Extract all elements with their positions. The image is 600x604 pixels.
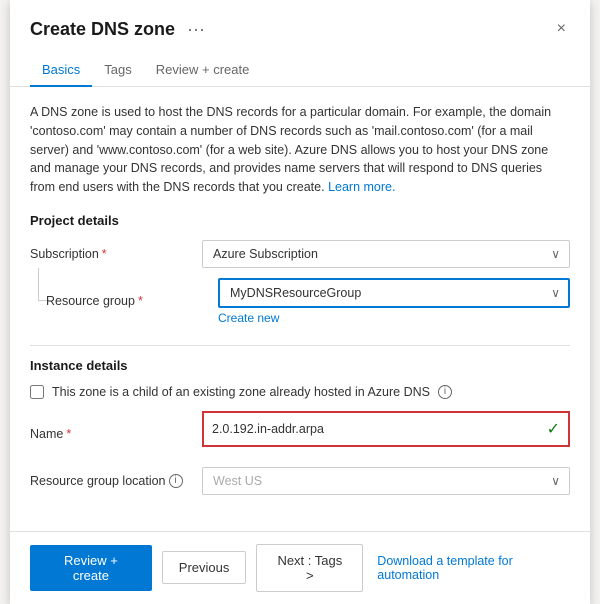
subscription-control: Azure Subscription <box>202 240 570 268</box>
review-create-button[interactable]: Review + create <box>30 545 152 591</box>
section-divider <box>30 345 570 346</box>
name-input-wrapper: ✓ <box>202 411 570 447</box>
create-new-link[interactable]: Create new <box>218 311 570 325</box>
resource-group-control: MyDNSResourceGroup Create new <box>218 278 570 325</box>
name-required: * <box>66 427 71 441</box>
next-button[interactable]: Next : Tags > <box>256 544 363 592</box>
subscription-row: Subscription * Azure Subscription <box>30 240 570 268</box>
name-row: Name * ✓ <box>30 411 570 457</box>
dialog-menu-dots[interactable]: ··· <box>187 19 205 40</box>
resource-group-row: Resource group * MyDNSResourceGroup Crea… <box>30 278 570 325</box>
name-valid-icon: ✓ <box>547 419 560 439</box>
name-input[interactable] <box>212 422 535 436</box>
subscription-required: * <box>102 247 107 261</box>
child-zone-label: This zone is a child of an existing zone… <box>52 385 430 399</box>
dialog-header: Create DNS zone ··· × <box>10 0 590 42</box>
tab-basics[interactable]: Basics <box>30 54 92 87</box>
learn-more-link[interactable]: Learn more. <box>328 180 395 194</box>
previous-button[interactable]: Previous <box>162 551 247 584</box>
name-label: Name * <box>30 427 190 441</box>
child-zone-checkbox-row: This zone is a child of an existing zone… <box>30 385 570 399</box>
location-control: West US <box>202 467 570 495</box>
location-info-icon[interactable]: i <box>169 474 183 488</box>
child-zone-checkbox[interactable] <box>30 385 44 399</box>
resource-group-required: * <box>138 294 143 308</box>
dialog-title: Create DNS zone <box>30 19 175 40</box>
project-details-title: Project details <box>30 213 570 228</box>
close-button[interactable]: × <box>553 16 570 42</box>
name-control: ✓ <box>202 411 570 457</box>
instance-details-section: Instance details This zone is a child of… <box>30 358 570 495</box>
download-template-link[interactable]: Download a template for automation <box>377 554 570 582</box>
subscription-label: Subscription * <box>30 247 190 261</box>
subscription-select[interactable]: Azure Subscription <box>202 240 570 268</box>
location-label: Resource group location i <box>30 474 190 488</box>
instance-details-title: Instance details <box>30 358 570 373</box>
resource-group-select[interactable]: MyDNSResourceGroup <box>218 278 570 308</box>
child-zone-info-icon[interactable]: i <box>438 385 452 399</box>
tab-review-create[interactable]: Review + create <box>144 54 262 87</box>
resource-group-label: Resource group * <box>46 294 206 308</box>
create-dns-zone-dialog: Create DNS zone ··· × Basics Tags Review… <box>10 0 590 604</box>
project-details-section: Project details Subscription * Azure Sub… <box>30 213 570 325</box>
description-text: A DNS zone is used to host the DNS recor… <box>30 103 570 197</box>
location-select[interactable]: West US <box>202 467 570 495</box>
tab-bar: Basics Tags Review + create <box>10 46 590 87</box>
dialog-body: A DNS zone is used to host the DNS recor… <box>10 87 590 531</box>
tab-tags[interactable]: Tags <box>92 54 143 87</box>
location-row: Resource group location i West US <box>30 467 570 495</box>
